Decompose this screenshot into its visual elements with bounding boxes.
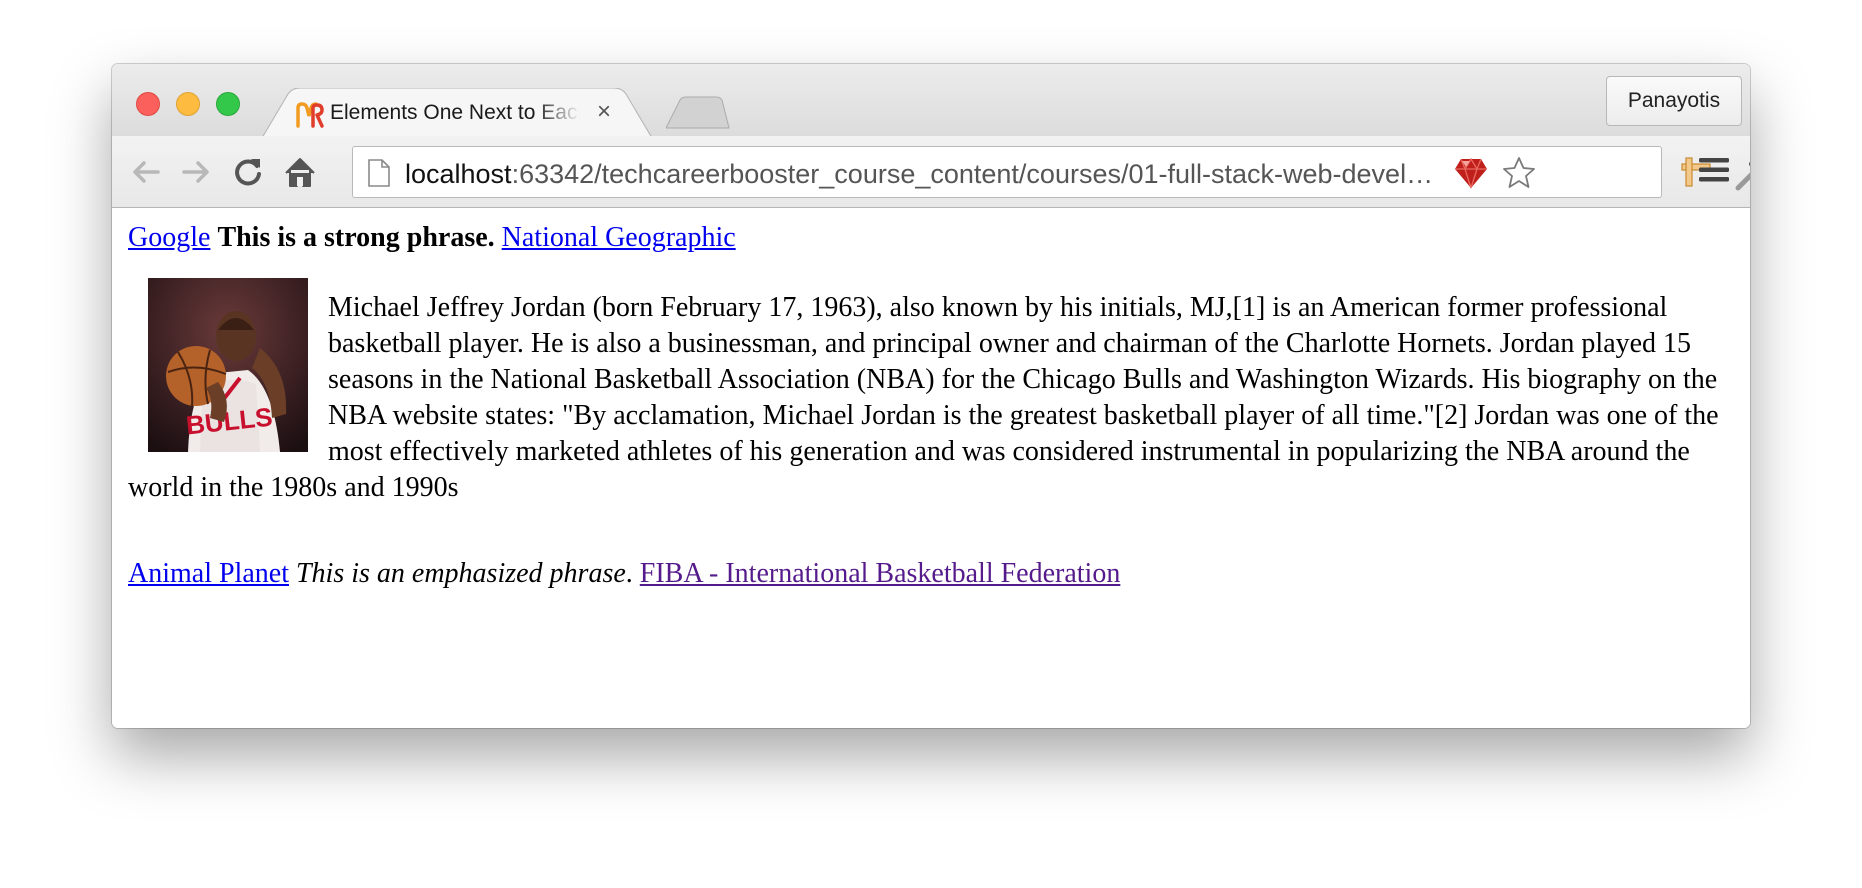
tab-active[interactable]: Elements One Next to Each Other × [262, 88, 652, 138]
home-icon[interactable] [282, 154, 318, 190]
star-icon[interactable] [1501, 155, 1537, 191]
url-path: :63342/techcareerbooster_course_content/… [511, 159, 1445, 189]
animal-planet-link[interactable]: Animal Planet [128, 558, 289, 589]
period-text: . [625, 558, 633, 589]
browser-window: Elements One Next to Each Other × Panayo… [112, 64, 1750, 728]
google-link[interactable]: Google [128, 222, 210, 253]
emphasized-phrase: This is an emphasized phrase [295, 558, 626, 589]
bio-paragraph: Michael Jeffrey Jordan (born February 17… [128, 292, 1719, 503]
jordan-bio: BULLS Michael Jeffrey Jordan (born Febru… [128, 278, 1728, 506]
site-favicon-icon [296, 102, 324, 128]
forward-arrow-icon[interactable] [178, 154, 214, 190]
zoom-window-button[interactable] [216, 92, 240, 116]
fiba-link[interactable]: FIBA - International Basketball Federati… [640, 558, 1121, 589]
hamburger-menu-icon[interactable] [1696, 152, 1732, 188]
strong-phrase: This is a strong phrase. [217, 222, 495, 253]
links-line-1: Google This is a strong phrase. National… [128, 220, 736, 256]
links-line-3: Animal Planet This is an emphasized phra… [128, 556, 1120, 592]
ruby-extension-icon[interactable] [1453, 155, 1489, 191]
tab-title: Elements One Next to Each Other [330, 101, 580, 124]
national-geographic-link[interactable]: National Geographic [502, 222, 736, 253]
tab-close-icon[interactable]: × [592, 100, 616, 124]
michael-jordan-photo: BULLS [148, 278, 308, 452]
profile-button[interactable]: Panayotis [1606, 76, 1742, 126]
address-bar[interactable]: localhost:63342/techcareerbooster_course… [352, 146, 1662, 198]
close-window-button[interactable] [136, 92, 160, 116]
url-host: localhost [405, 159, 512, 189]
url-text[interactable]: localhost:63342/techcareerbooster_course… [405, 159, 1445, 190]
new-tab-button[interactable] [666, 96, 730, 130]
minimize-window-button[interactable] [176, 92, 200, 116]
reload-icon[interactable] [230, 154, 266, 190]
page-content: Google This is a strong phrase. National… [112, 208, 1750, 728]
page-icon [368, 159, 390, 187]
browser-toolbar: localhost:63342/techcareerbooster_course… [112, 136, 1750, 208]
title-bar: Elements One Next to Each Other × Panayo… [112, 64, 1750, 138]
back-arrow-icon[interactable] [128, 154, 164, 190]
eyedropper-extension-icon[interactable] [1732, 150, 1750, 194]
